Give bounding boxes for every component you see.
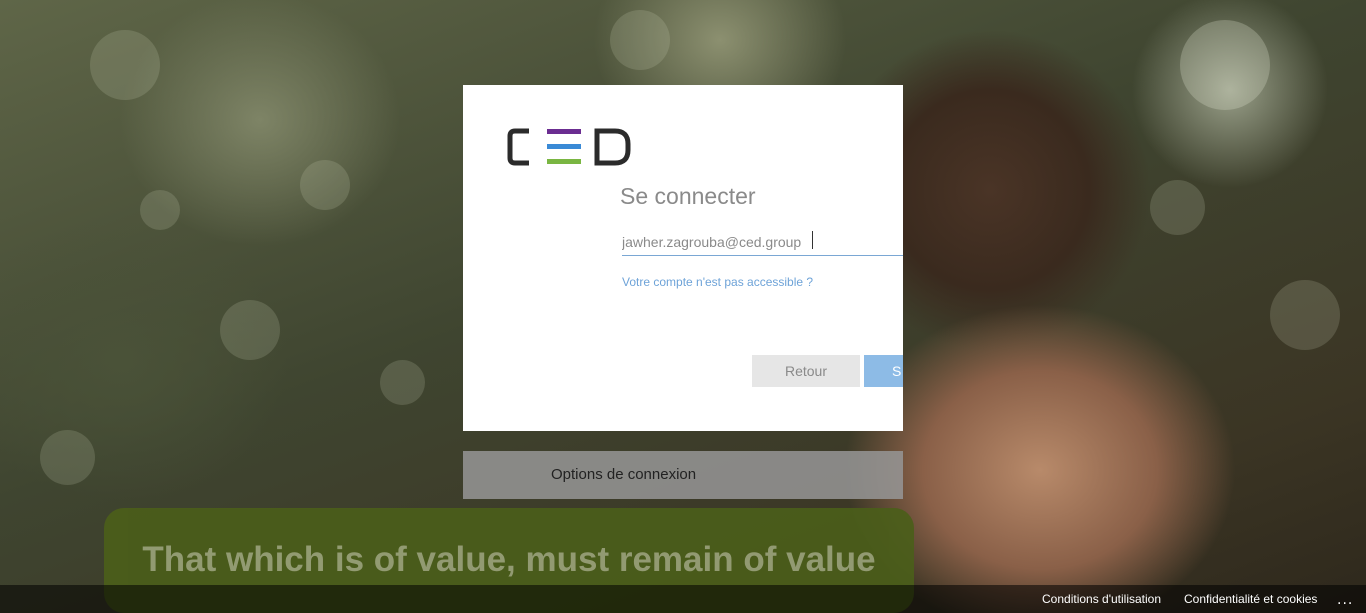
email-field[interactable] xyxy=(622,229,903,256)
page-title: Se connecter xyxy=(620,183,756,209)
signin-options-button[interactable]: Options de connexion xyxy=(463,451,903,499)
footer-bar: Conditions d'utilisation Confidentialité… xyxy=(0,585,1366,613)
next-button[interactable]: S xyxy=(864,355,903,387)
text-caret xyxy=(812,231,813,249)
signin-card: Se connecter Votre compte n'est pas acce… xyxy=(463,85,903,431)
privacy-link[interactable]: Confidentialité et cookies xyxy=(1184,592,1317,606)
slogan-text: That which is of value, must remain of v… xyxy=(142,540,876,579)
account-help-link[interactable]: Votre compte n'est pas accessible ? xyxy=(622,275,813,289)
more-options-icon[interactable]: ... xyxy=(1337,592,1353,608)
signin-options-label: Options de connexion xyxy=(551,466,697,483)
back-button[interactable]: Retour xyxy=(752,355,860,387)
ced-logo xyxy=(507,128,631,166)
terms-link[interactable]: Conditions d'utilisation xyxy=(1042,592,1161,606)
